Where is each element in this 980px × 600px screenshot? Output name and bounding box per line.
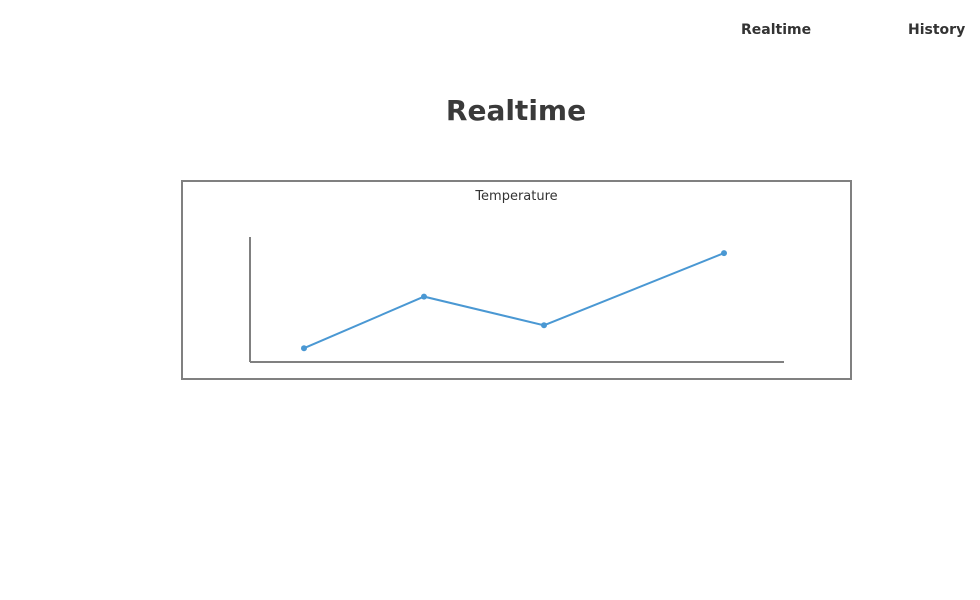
data-point (421, 293, 427, 300)
nav-link-history[interactable]: History (908, 22, 965, 38)
page-title: Realtime (445, 94, 587, 127)
temperature-series-line (303, 252, 725, 350)
data-point (301, 345, 307, 352)
nav-link-realtime[interactable]: Realtime (741, 22, 811, 38)
top-navigation: Realtime History (0, 0, 980, 60)
data-points (301, 250, 727, 352)
temperature-line-chart (249, 237, 784, 363)
temperature-chart-panel: Temperature (181, 180, 852, 380)
data-point (721, 250, 727, 257)
data-point (541, 322, 547, 329)
